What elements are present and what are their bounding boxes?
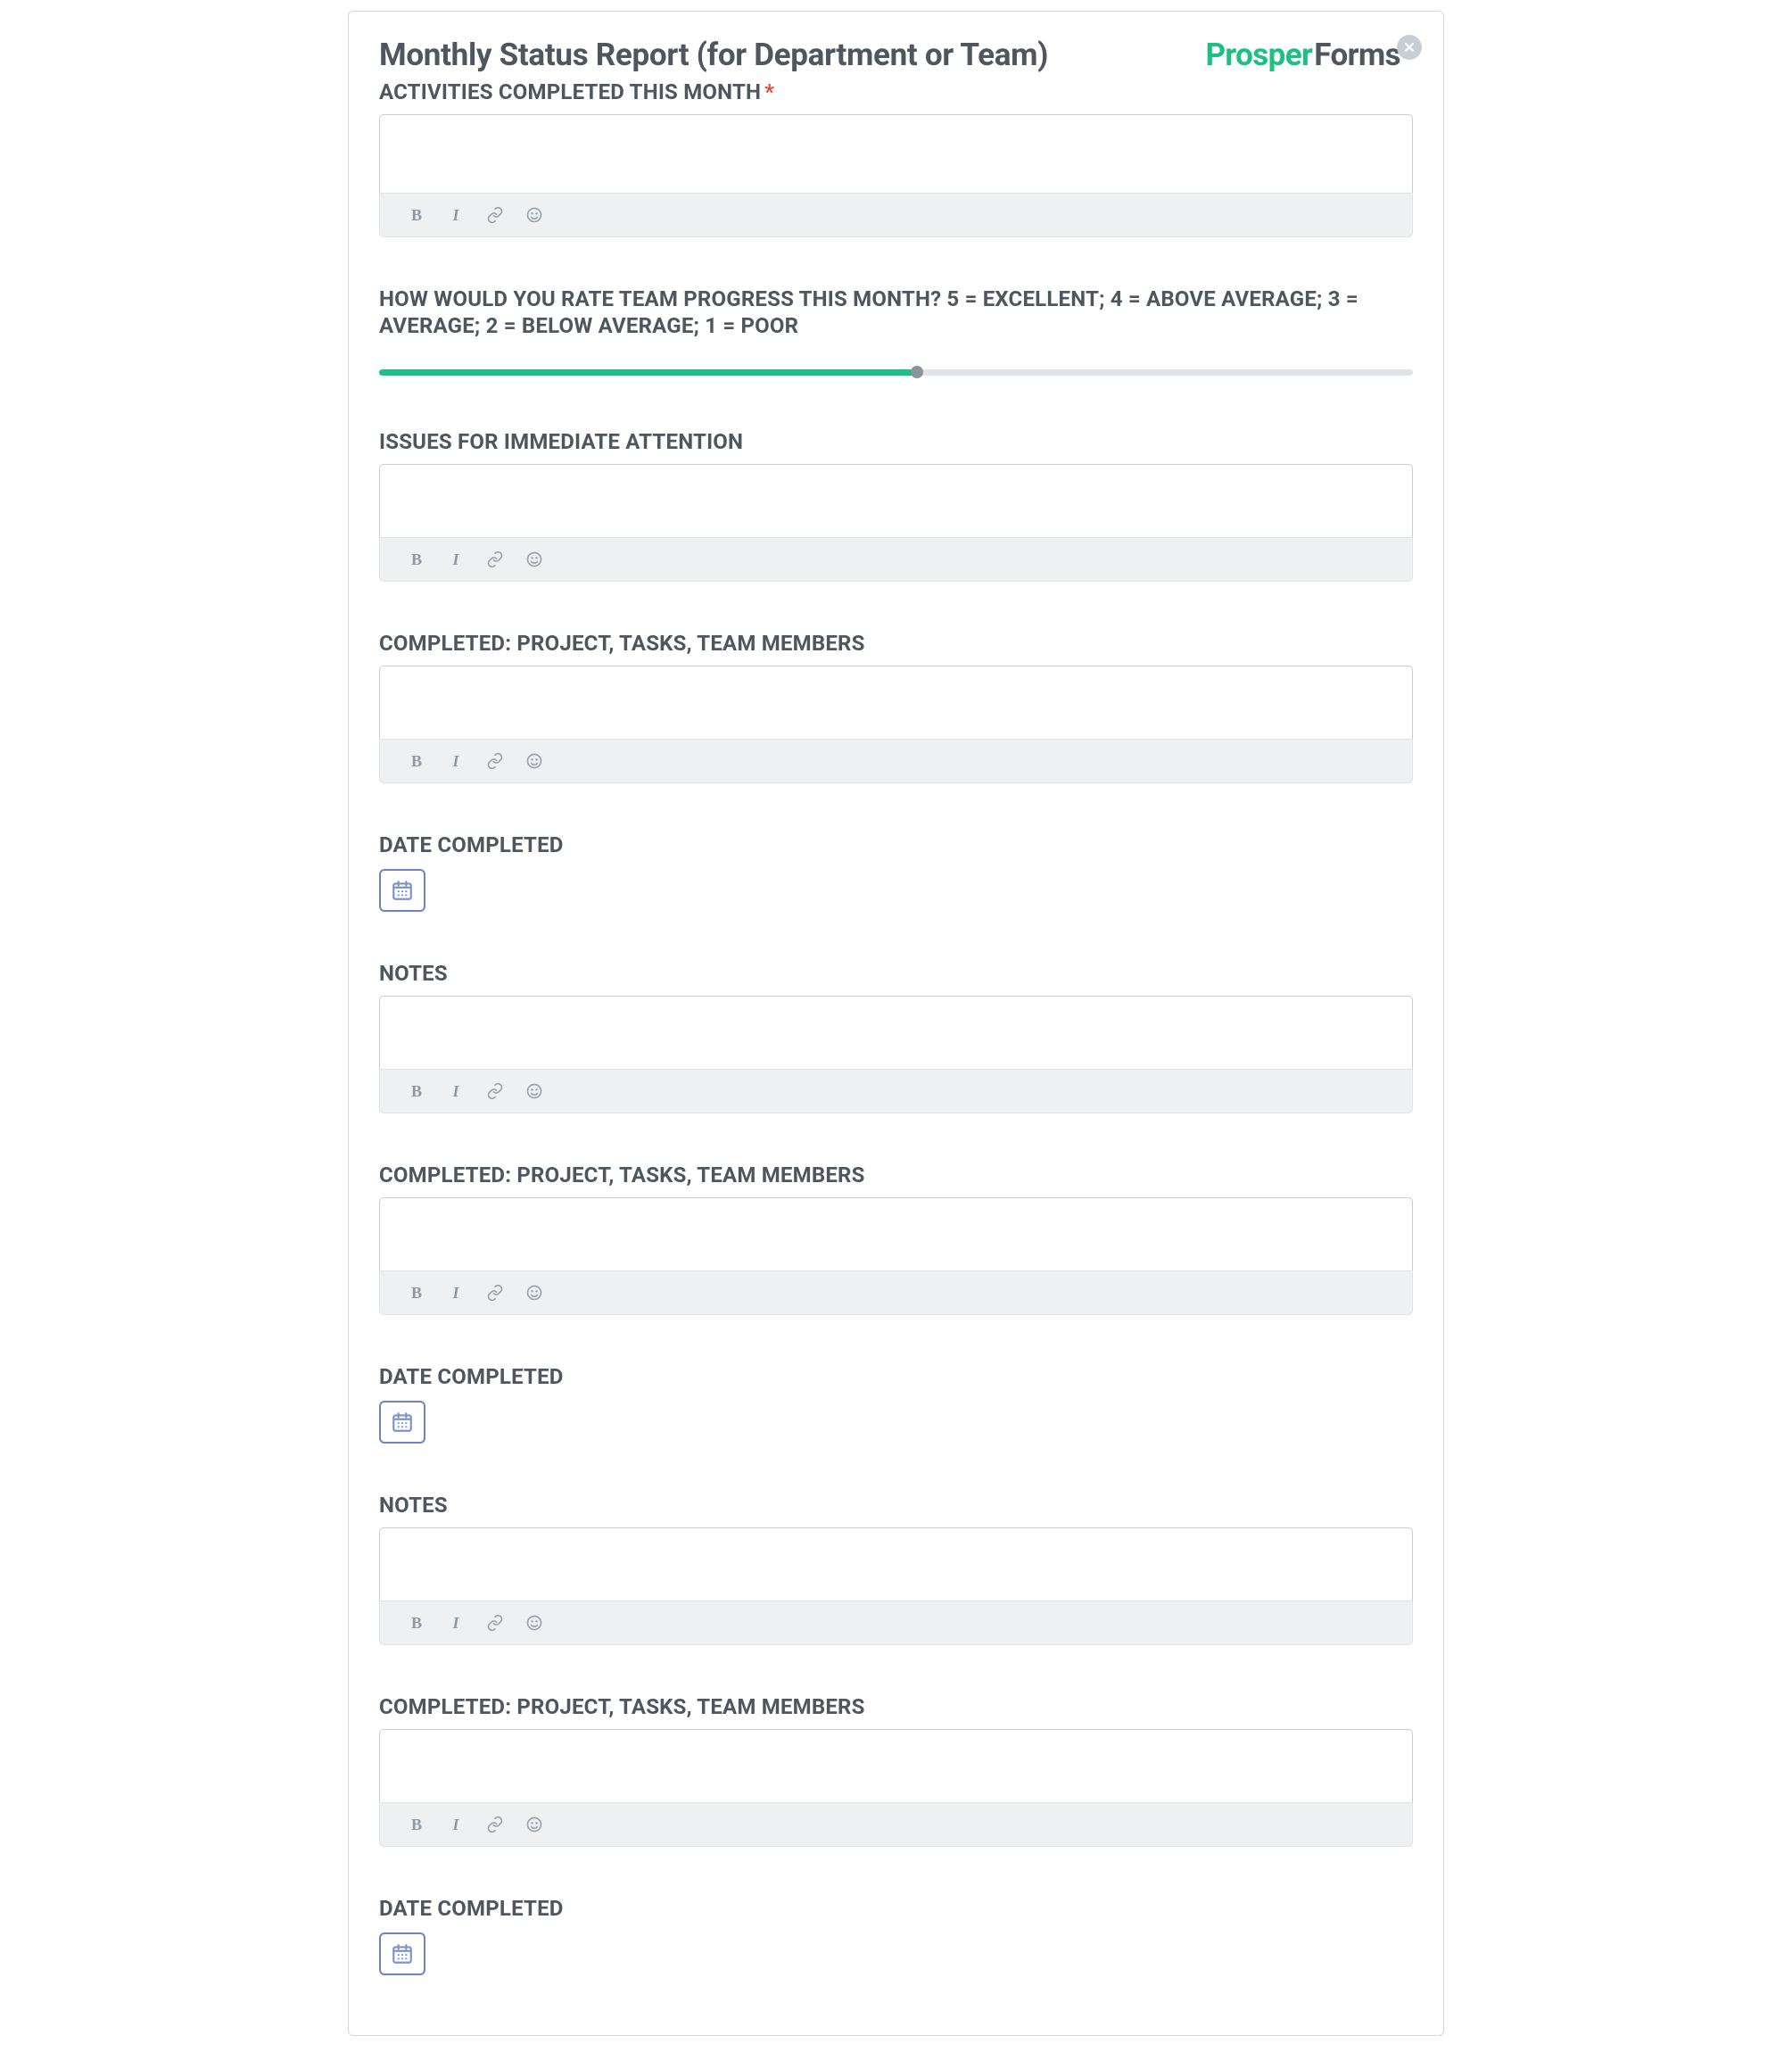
logo-text-2: Forms xyxy=(1314,37,1400,73)
link-icon xyxy=(486,1082,504,1100)
emoji-button[interactable] xyxy=(523,203,546,227)
field-label: COMPLETED: PROJECT, TASKS, TEAM MEMBERS xyxy=(379,630,1413,657)
emoji-button[interactable] xyxy=(523,1281,546,1304)
required-asterisk: * xyxy=(764,79,774,104)
rich-text-input[interactable] xyxy=(379,464,1413,537)
field-date-completed-1: DATE COMPLETED xyxy=(379,832,1413,912)
italic-button[interactable]: I xyxy=(444,203,467,227)
bold-button[interactable]: B xyxy=(405,749,428,773)
field-label: ISSUES FOR IMMEDIATE ATTENTION xyxy=(379,428,1413,455)
emoji-button[interactable] xyxy=(523,1813,546,1836)
field-issues: ISSUES FOR IMMEDIATE ATTENTION B I xyxy=(379,428,1413,582)
field-label: DATE COMPLETED xyxy=(379,832,1413,858)
bold-button[interactable]: B xyxy=(405,1813,428,1836)
calendar-icon xyxy=(391,1411,414,1434)
rich-text-input[interactable] xyxy=(379,996,1413,1069)
editor-toolbar: B I xyxy=(379,1802,1413,1847)
rich-text-input[interactable] xyxy=(379,1527,1413,1601)
bold-button[interactable]: B xyxy=(405,203,428,227)
bold-button[interactable]: B xyxy=(405,1281,428,1304)
date-picker-button[interactable] xyxy=(379,1401,425,1444)
italic-button[interactable]: I xyxy=(444,749,467,773)
date-picker-button[interactable] xyxy=(379,1932,425,1975)
field-completed-3: COMPLETED: PROJECT, TASKS, TEAM MEMBERS … xyxy=(379,1693,1413,1847)
editor-toolbar: B I xyxy=(379,537,1413,582)
italic-button[interactable]: I xyxy=(444,1281,467,1304)
link-icon xyxy=(486,1816,504,1833)
close-button[interactable] xyxy=(1397,35,1422,60)
field-label: DATE COMPLETED xyxy=(379,1363,1413,1390)
rich-text-input[interactable] xyxy=(379,1729,1413,1802)
close-icon xyxy=(1404,42,1415,53)
field-rating: HOW WOULD YOU RATE TEAM PROGRESS THIS MO… xyxy=(379,285,1413,380)
date-picker-button[interactable] xyxy=(379,869,425,912)
italic-button[interactable]: I xyxy=(444,1080,467,1103)
bold-button[interactable]: B xyxy=(405,1611,428,1634)
emoji-icon xyxy=(525,1082,543,1100)
rich-text-input[interactable] xyxy=(379,666,1413,739)
emoji-icon xyxy=(525,1816,543,1833)
form-card: Monthly Status Report (for Department or… xyxy=(348,11,1444,2036)
emoji-icon xyxy=(525,752,543,770)
link-icon xyxy=(486,1284,504,1302)
bold-button[interactable]: B xyxy=(405,548,428,571)
label-text: ACTIVITIES COMPLETED THIS MONTH xyxy=(379,79,761,104)
calendar-icon xyxy=(391,1942,414,1965)
field-notes-2: NOTES B I xyxy=(379,1492,1413,1645)
emoji-button[interactable] xyxy=(523,1080,546,1103)
italic-button[interactable]: I xyxy=(444,1813,467,1836)
link-button[interactable] xyxy=(483,749,507,773)
link-button[interactable] xyxy=(483,1611,507,1634)
emoji-button[interactable] xyxy=(523,548,546,571)
link-icon xyxy=(486,752,504,770)
field-label: NOTES xyxy=(379,1492,1413,1518)
field-activities-completed: ACTIVITIES COMPLETED THIS MONTH* B I xyxy=(379,79,1413,237)
link-icon xyxy=(486,550,504,568)
rich-text-input[interactable] xyxy=(379,1197,1413,1270)
editor-toolbar: B I xyxy=(379,1069,1413,1113)
rating-slider[interactable] xyxy=(379,364,1413,380)
emoji-icon xyxy=(525,550,543,568)
emoji-icon xyxy=(525,1614,543,1632)
field-label: COMPLETED: PROJECT, TASKS, TEAM MEMBERS xyxy=(379,1162,1413,1188)
italic-button[interactable]: I xyxy=(444,548,467,571)
bold-button[interactable]: B xyxy=(405,1080,428,1103)
field-notes-1: NOTES B I xyxy=(379,960,1413,1113)
slider-fill xyxy=(379,369,917,376)
field-completed-2: COMPLETED: PROJECT, TASKS, TEAM MEMBERS … xyxy=(379,1162,1413,1315)
field-label: COMPLETED: PROJECT, TASKS, TEAM MEMBERS xyxy=(379,1693,1413,1720)
logo: ProsperForms xyxy=(1205,37,1413,73)
page-title: Monthly Status Report (for Department or… xyxy=(379,37,1048,73)
field-label: ACTIVITIES COMPLETED THIS MONTH* xyxy=(379,79,1413,105)
editor-toolbar: B I xyxy=(379,1270,1413,1315)
italic-button[interactable]: I xyxy=(444,1611,467,1634)
link-button[interactable] xyxy=(483,1813,507,1836)
emoji-button[interactable] xyxy=(523,749,546,773)
link-icon xyxy=(486,206,504,224)
link-button[interactable] xyxy=(483,1080,507,1103)
field-date-completed-2: DATE COMPLETED xyxy=(379,1363,1413,1444)
link-button[interactable] xyxy=(483,1281,507,1304)
emoji-button[interactable] xyxy=(523,1611,546,1634)
field-label: DATE COMPLETED xyxy=(379,1895,1413,1922)
editor-toolbar: B I xyxy=(379,193,1413,237)
rich-text-input[interactable] xyxy=(379,114,1413,193)
emoji-icon xyxy=(525,206,543,224)
link-icon xyxy=(486,1614,504,1632)
calendar-icon xyxy=(391,879,414,902)
emoji-icon xyxy=(525,1284,543,1302)
logo-text-1: Prosper xyxy=(1205,37,1312,73)
field-label: HOW WOULD YOU RATE TEAM PROGRESS THIS MO… xyxy=(379,285,1413,339)
field-label: NOTES xyxy=(379,960,1413,987)
editor-toolbar: B I xyxy=(379,1601,1413,1645)
link-button[interactable] xyxy=(483,203,507,227)
editor-toolbar: B I xyxy=(379,739,1413,783)
slider-thumb[interactable] xyxy=(911,366,923,378)
link-button[interactable] xyxy=(483,548,507,571)
field-completed-1: COMPLETED: PROJECT, TASKS, TEAM MEMBERS … xyxy=(379,630,1413,783)
field-date-completed-3: DATE COMPLETED xyxy=(379,1895,1413,1975)
